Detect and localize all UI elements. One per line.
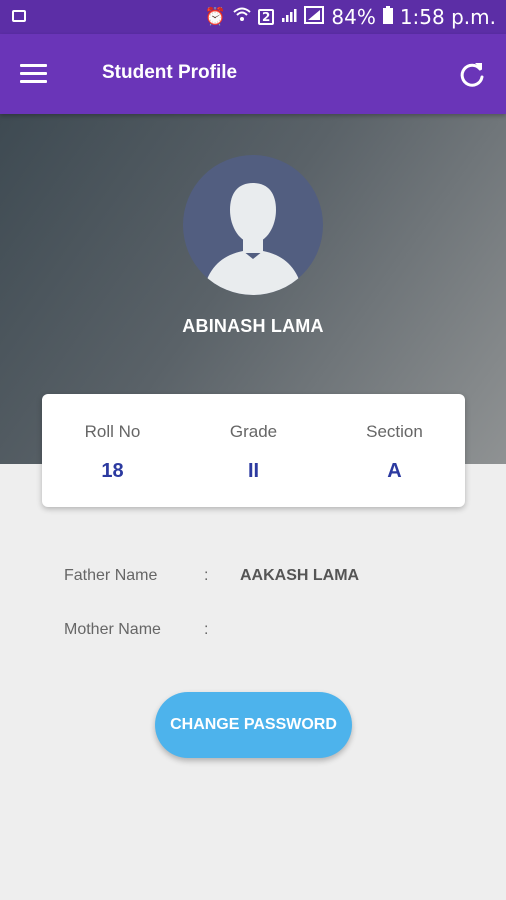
mother-name-label: Mother Name — [64, 621, 161, 638]
change-password-button[interactable]: CHANGE PASSWORD — [155, 692, 352, 758]
status-icons: ⏰ 2 84% 1:58 p.m. — [205, 0, 496, 34]
clock: 1:58 p.m. — [399, 5, 496, 29]
section-label: Section — [366, 422, 423, 441]
grade-value: II — [247, 460, 260, 482]
alarm-icon: ⏰ — [204, 6, 227, 27]
page-title: Student Profile — [102, 62, 238, 83]
image-icon — [12, 10, 26, 22]
status-bar: ⏰ 2 84% 1:58 p.m. — [0, 0, 506, 34]
student-info-card: Roll No 18 Grade II Section A — [42, 394, 465, 507]
sim-icon: 2 — [258, 9, 275, 25]
battery-percent: 84% — [331, 5, 376, 29]
roll-no-label: Roll No — [84, 422, 141, 441]
section-column: Section A — [324, 394, 465, 507]
battery-icon — [382, 6, 393, 28]
signal-box-icon — [304, 6, 325, 28]
student-name: ABINASH LAMA — [182, 316, 324, 336]
refresh-icon[interactable] — [458, 60, 486, 88]
grade-label: Grade — [229, 422, 278, 441]
app-bar: Student Profile — [0, 34, 506, 114]
roll-no-column: Roll No 18 — [42, 394, 183, 507]
father-name-colon: : — [204, 567, 209, 584]
signal-icon — [281, 7, 297, 27]
user-silhouette-icon — [183, 155, 323, 295]
mother-name-colon: : — [204, 621, 209, 638]
section-value: A — [387, 460, 402, 482]
wifi-icon — [233, 6, 251, 28]
father-name-value: AAKASH LAMA — [240, 567, 360, 584]
roll-no-value: 18 — [101, 460, 124, 482]
father-name-label: Father Name — [64, 567, 158, 584]
grade-column: Grade II — [183, 394, 324, 507]
menu-icon[interactable] — [20, 64, 47, 84]
